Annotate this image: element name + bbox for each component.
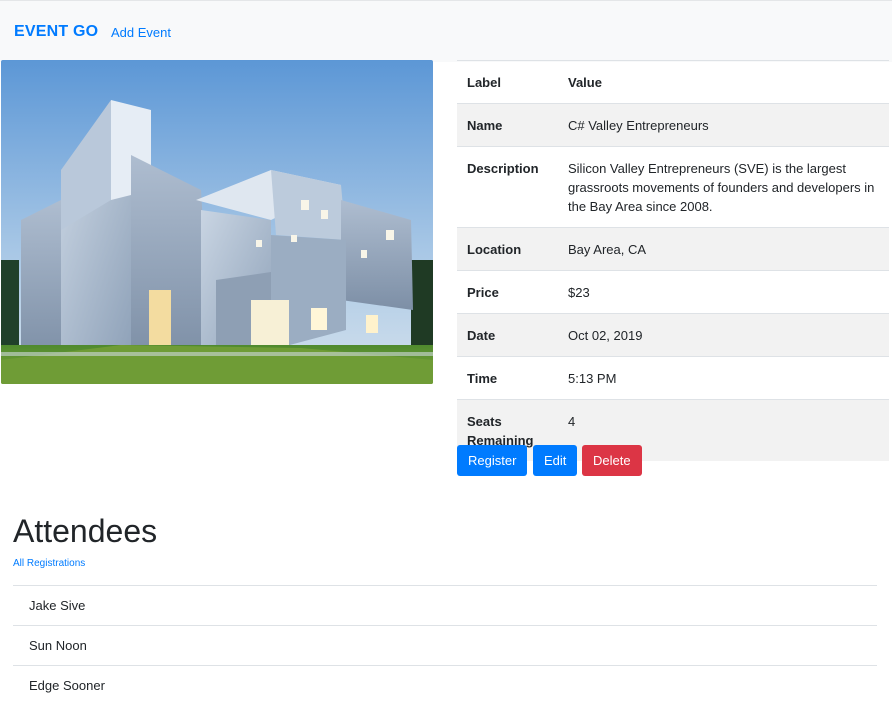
event-details-table: Label Value Name C# Valley Entrepreneurs… xyxy=(457,60,889,461)
row-value: Bay Area, CA xyxy=(558,227,889,271)
table-row: Name C# Valley Entrepreneurs xyxy=(457,103,889,147)
attendee-list: Jake Sive Sun Noon Edge Sooner xyxy=(13,585,877,705)
list-item: Edge Sooner xyxy=(13,665,877,705)
list-item: Sun Noon xyxy=(13,625,877,665)
row-label: Description xyxy=(457,146,558,228)
add-event-link[interactable]: Add Event xyxy=(111,25,171,40)
row-value: 5:13 PM xyxy=(558,356,889,400)
brand-link[interactable]: EVENT GO xyxy=(14,23,98,41)
value-column-header: Value xyxy=(558,60,889,104)
label-column-header: Label xyxy=(457,60,558,104)
row-value: Oct 02, 2019 xyxy=(558,313,889,357)
all-registrations-link[interactable]: All Registrations xyxy=(13,558,85,569)
table-row: Location Bay Area, CA xyxy=(457,227,889,271)
row-label: Time xyxy=(457,356,558,400)
attendees-heading: Attendees xyxy=(13,513,158,549)
event-image xyxy=(1,60,433,384)
table-header-row: Label Value xyxy=(457,60,889,104)
row-label: Price xyxy=(457,270,558,314)
row-label: Name xyxy=(457,103,558,147)
delete-button[interactable]: Delete xyxy=(582,445,642,476)
row-value: Silicon Valley Entrepreneurs (SVE) is th… xyxy=(558,146,889,228)
row-label: Date xyxy=(457,313,558,357)
table-row: Description Silicon Valley Entrepreneurs… xyxy=(457,146,889,228)
table-row: Price $23 xyxy=(457,270,889,314)
list-item: Jake Sive xyxy=(13,585,877,625)
navbar: EVENT GO Add Event xyxy=(0,0,892,62)
row-value: C# Valley Entrepreneurs xyxy=(558,103,889,147)
table-row: Time 5:13 PM xyxy=(457,356,889,400)
edit-button[interactable]: Edit xyxy=(533,445,578,476)
table-row: Date Oct 02, 2019 xyxy=(457,313,889,357)
register-button[interactable]: Register xyxy=(457,445,528,476)
row-value: $23 xyxy=(558,270,889,314)
row-label: Location xyxy=(457,227,558,271)
